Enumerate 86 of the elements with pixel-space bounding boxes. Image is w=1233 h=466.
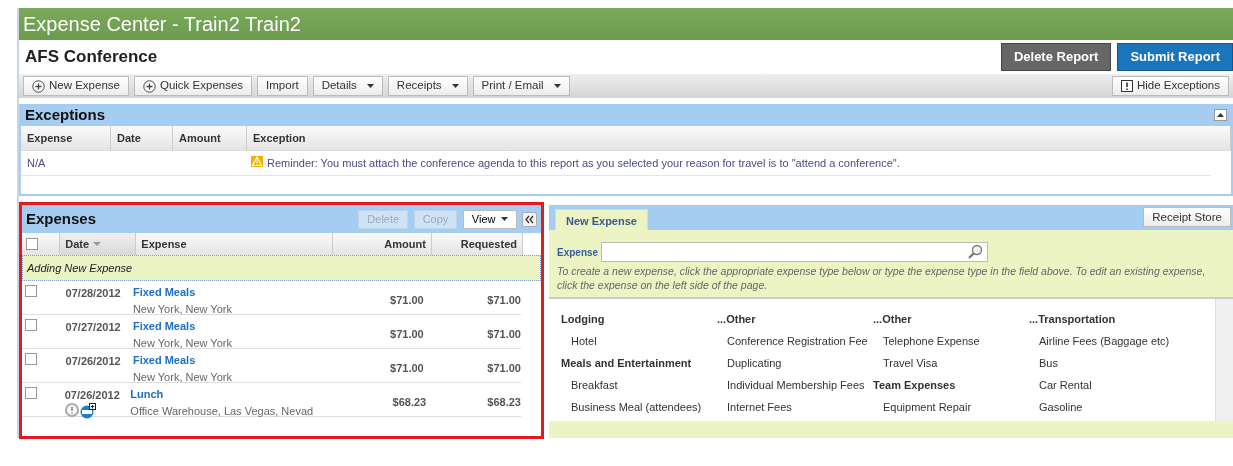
collapse-icon[interactable] <box>1214 109 1227 121</box>
amount-cell-text: $71.00 <box>486 327 521 342</box>
hide-exceptions-button[interactable]: Hide Exceptions <box>1111 76 1229 96</box>
expense-type-link[interactable]: Car Rental <box>1029 377 1185 399</box>
exclamation-icon <box>1120 80 1133 92</box>
select-all-checkbox[interactable] <box>26 238 38 250</box>
expense-type-link[interactable]: Breakfast <box>561 377 717 399</box>
exception-message: Reminder: You must attach the conference agenda to this report as you selected your reason for travel is to "attend a conference". <box>267 155 900 171</box>
new-expense-row: Adding New Expense <box>22 255 541 281</box>
toolbar-button[interactable]: Quick Expenses <box>133 76 253 96</box>
expense-link[interactable]: Fixed Meals <box>132 318 196 335</box>
expense-type-link[interactable]: Airline Fees (Baggage etc) <box>1029 333 1185 355</box>
expense-type-link[interactable]: Duplicating <box>717 355 873 377</box>
expense-type-link[interactable]: Conference Registration Fee <box>717 333 873 355</box>
plus-icon <box>142 79 156 93</box>
field-label: Expense <box>557 245 599 260</box>
expense-field[interactable] <box>600 242 988 262</box>
expense-type-link[interactable]: Business Meal (attendees) <box>561 399 717 421</box>
toolbar-button[interactable]: Receipts <box>387 76 468 96</box>
view-button[interactable]: View <box>462 209 517 229</box>
report-action-button[interactable]: Submit Report <box>1117 43 1233 71</box>
column-header: Amount <box>173 126 247 150</box>
section-title: Expenses <box>26 208 97 229</box>
sort-icon <box>93 242 102 246</box>
category-heading: Team Expenses <box>873 378 957 393</box>
expense-type-link[interactable]: Hotel <box>561 333 717 355</box>
location-text: New York, New York <box>132 369 233 385</box>
expense-type-link[interactable]: Gasoline <box>1029 399 1185 421</box>
caret-icon <box>500 217 508 221</box>
toolbar-button[interactable]: New Expense <box>23 76 129 96</box>
toolbar-button[interactable]: Import <box>257 76 308 96</box>
location-text: New York, New York <box>132 301 233 317</box>
tab[interactable]: New Expense <box>555 209 648 230</box>
expense-type-link[interactable]: Internet Fees <box>717 399 873 421</box>
amount-cell-text: $71.00 <box>486 361 521 376</box>
report-action-button[interactable]: Delete Report <box>1000 43 1112 71</box>
date-text: 07/26/2012 <box>65 354 122 369</box>
report-title: AFS Conference <box>25 46 158 69</box>
column-header: Expense <box>21 126 111 150</box>
caret-icon <box>366 84 374 88</box>
location-text: Office Warehouse, Las Vegas, Nevad <box>130 403 314 419</box>
caret-icon <box>553 84 561 88</box>
category-heading: Lodging <box>561 312 606 327</box>
category-heading: ...Other <box>717 312 757 327</box>
date-text: 07/28/2012 <box>65 286 122 301</box>
location-text: New York, New York <box>132 335 233 351</box>
amount-cell-text: $71.00 <box>486 293 521 308</box>
amount-cell-text: $68.23 <box>391 395 427 410</box>
amount-cell-text: $71.00 <box>389 361 424 376</box>
category-heading: ...Transportation <box>1029 312 1117 327</box>
receipt-icon[interactable] <box>79 402 97 419</box>
expense-link[interactable]: Fixed Meals <box>132 284 196 301</box>
table-cell-text: N/A <box>26 155 47 171</box>
row-checkbox[interactable] <box>25 353 37 365</box>
expense-type-link[interactable]: Equipment Repair <box>873 399 1029 421</box>
warning-icon <box>251 155 263 167</box>
expense-type-link[interactable]: Bus <box>1029 355 1185 377</box>
row-checkbox[interactable] <box>25 319 37 331</box>
toolbar-button[interactable]: Print / Email <box>472 76 570 96</box>
amount-cell-text: $68.23 <box>486 395 521 410</box>
column-header[interactable]: Date <box>60 233 137 255</box>
date-text: 07/26/2012 <box>64 388 121 403</box>
column-header: Exception <box>247 126 1231 150</box>
toolbar-button[interactable]: Details <box>312 76 383 96</box>
amount-cell-text: $71.00 <box>389 293 424 308</box>
section-title: Exceptions <box>25 104 106 125</box>
expense-type-link[interactable]: Travel Visa <box>873 355 1029 377</box>
expense-type-link[interactable]: Individual Membership Fees <box>717 377 873 399</box>
scrollbar[interactable] <box>1215 299 1233 421</box>
category-heading: ...Other <box>873 312 913 327</box>
expense-link[interactable]: Lunch <box>130 386 164 403</box>
instruction-text: To create a new expense, click the appropriate expense type below or type the expense type in the field above. To edit an existing expense, click the expense on the left side of the page. <box>556 264 1207 292</box>
caret-icon <box>451 84 459 88</box>
app-title: Expense Center - Train2 Train2 <box>19 8 1233 40</box>
amount-cell-text: $71.00 <box>389 327 424 342</box>
receipt-store-button[interactable]: Receipt Store <box>1143 207 1231 228</box>
column-header: Date <box>111 126 173 150</box>
category-heading: Meals and Entertainment <box>561 356 693 371</box>
collapse-icon[interactable] <box>522 211 537 227</box>
plus-icon <box>32 79 45 93</box>
expense-type-link[interactable]: Telephone Expense <box>873 333 1029 355</box>
search-icon[interactable] <box>966 244 983 260</box>
date-text: 07/27/2012 <box>65 320 122 335</box>
row-checkbox[interactable] <box>25 285 37 297</box>
row-checkbox[interactable] <box>25 387 37 399</box>
expense-link[interactable]: Fixed Meals <box>132 352 196 369</box>
